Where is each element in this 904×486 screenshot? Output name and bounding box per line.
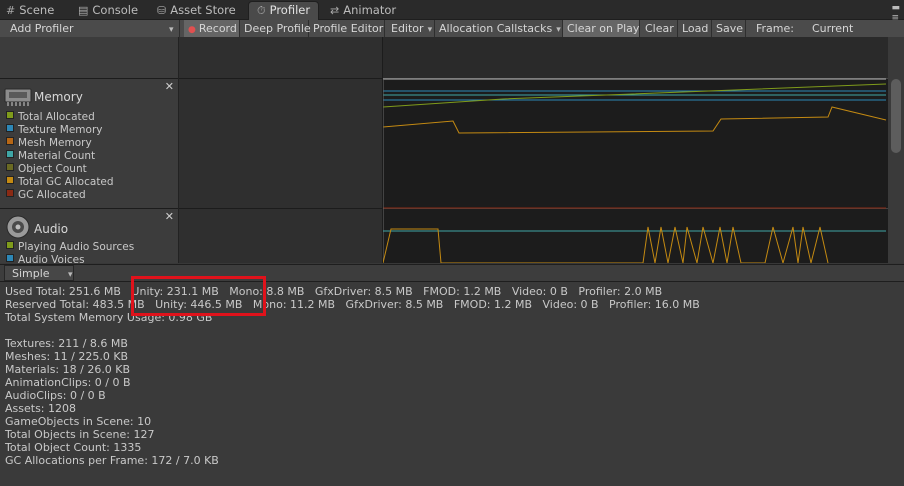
memory-legend-item[interactable]: Total Allocated [6, 111, 95, 124]
profiler-graph-area[interactable] [382, 37, 888, 265]
tab-scene-label: Scene [19, 3, 55, 17]
record-icon: ● [188, 25, 196, 35]
total-gc-allocated-line [382, 106, 887, 134]
scrollbar-thumb[interactable] [891, 79, 901, 153]
deep-profile-label: Deep Profile [244, 22, 311, 35]
tab-console-label: Console [92, 3, 139, 17]
memory-stat-line: GameObjects in Scene: 10 [5, 415, 152, 428]
tab-asset-store[interactable]: ⛁ Asset Store [157, 2, 236, 19]
legend-label: Object Count [18, 163, 87, 175]
close-audio-module-icon[interactable]: ✕ [165, 210, 174, 223]
divider [179, 208, 382, 209]
memory-stat-line: Assets: 1208 [5, 402, 76, 415]
memory-stat-line: Used Total: 251.6 MB Unity: 231.1 MB Mon… [5, 285, 663, 298]
memory-stat-line: GC Allocations per Frame: 172 / 7.0 KB [5, 454, 219, 467]
highlight-annotation [131, 276, 266, 316]
allocation-callstacks-label: Allocation Callstacks [439, 22, 553, 35]
memory-stat-line: Total Object Count: 1335 [5, 441, 142, 454]
memory-stat-line: Textures: 211 / 8.6 MB [5, 337, 128, 350]
record-label: Record [198, 22, 237, 35]
legend-color-swatch [6, 176, 14, 184]
tab-profiler-label: Profiler [269, 3, 311, 17]
memory-stat-line: Total Objects in Scene: 127 [5, 428, 155, 441]
legend-label: Texture Memory [18, 124, 103, 136]
memory-legend-item[interactable]: Object Count [6, 163, 87, 176]
legend-color-swatch [6, 150, 14, 158]
profiler-chart-gutter [179, 37, 383, 263]
legend-label: Material Count [18, 150, 96, 162]
profile-editor-button[interactable]: Profile Editor [309, 20, 385, 37]
memory-stat-line: Meshes: 11 / 225.0 KB [5, 350, 129, 363]
clear-on-play-label: Clear on Play [567, 22, 640, 35]
save-button[interactable]: Save [712, 20, 746, 37]
legend-label: Playing Audio Sources [18, 241, 135, 253]
memory-legend-item[interactable]: Total GC Allocated [6, 176, 114, 189]
load-button[interactable]: Load [678, 20, 712, 37]
memory-stat-line: AnimationClips: 0 / 0 B [5, 376, 131, 389]
legend-color-swatch [6, 137, 14, 145]
speaker-icon [6, 215, 30, 239]
tab-animator-label: Animator [343, 3, 397, 17]
memory-legend-item[interactable]: Mesh Memory [6, 137, 92, 150]
audio-module-title: Audio [34, 222, 69, 236]
window-tab-bar: # Scene ▤ Console ⛁ Asset Store ⏱ Profiler ⇄… [0, 0, 904, 23]
divider [0, 208, 178, 209]
clear-button[interactable]: Clear [641, 20, 678, 37]
clear-on-play-toggle[interactable]: Clear on Play [563, 20, 640, 37]
legend-color-swatch [6, 241, 14, 249]
legend-label: Total GC Allocated [18, 176, 114, 188]
playing-audio-sources-line [382, 226, 829, 265]
cpu-graph-strip [383, 37, 888, 78]
editor-target-label: Editor [391, 22, 424, 35]
memory-chip-icon [4, 88, 32, 106]
memory-audio-graph[interactable] [382, 37, 888, 265]
legend-label: Mesh Memory [18, 137, 92, 149]
legend-label: GC Allocated [18, 189, 86, 201]
legend-color-swatch [6, 189, 14, 197]
tab-profiler[interactable]: ⏱ Profiler [248, 1, 320, 20]
legend-label: Total Allocated [18, 111, 95, 123]
tab-animator[interactable]: ⇄ Animator [330, 2, 396, 19]
legend-color-swatch [6, 254, 14, 262]
profiler-module-list: Memory ✕ Total Allocated Texture Memory Me… [0, 37, 179, 266]
tab-scene[interactable]: # Scene [6, 2, 54, 19]
profile-editor-label: Profile Editor [313, 22, 384, 35]
allocation-callstacks-dropdown[interactable]: Allocation Callstacks [435, 20, 563, 37]
memory-legend-item[interactable]: Material Count [6, 150, 95, 163]
profiler-toolbar: Add Profiler ●Record Deep Profile Profil… [0, 20, 904, 38]
tab-asset-store-label: Asset Store [170, 3, 236, 17]
view-mode-label: Simple [12, 267, 50, 280]
legend-color-swatch [6, 124, 14, 132]
close-memory-module-icon[interactable]: ✕ [165, 80, 174, 93]
memory-legend-item[interactable]: GC Allocated [6, 189, 86, 202]
audio-legend-item[interactable]: Playing Audio Sources [6, 241, 134, 254]
console-icon: ▤ [78, 4, 89, 17]
load-label: Load [682, 22, 709, 35]
divider [179, 78, 382, 79]
add-profiler-dropdown[interactable]: Add Profiler [0, 20, 180, 37]
memory-legend-item[interactable]: Texture Memory [6, 124, 102, 137]
deep-profile-button[interactable]: Deep Profile [240, 20, 311, 37]
memory-module-title: Memory [34, 90, 83, 104]
add-profiler-label: Add Profiler [10, 22, 74, 35]
legend-color-swatch [6, 111, 14, 119]
divider [0, 78, 178, 79]
profiler-icon: ⏱ [257, 4, 266, 17]
frame-label: Frame: [756, 22, 794, 35]
view-mode-dropdown[interactable]: Simple [4, 265, 74, 281]
current-frame-button[interactable]: Current [808, 20, 888, 37]
save-label: Save [716, 22, 744, 35]
vertical-scrollbar[interactable] [888, 37, 904, 263]
legend-color-swatch [6, 163, 14, 171]
memory-stat-line: Reserved Total: 483.5 MB Unity: 446.5 MB… [5, 298, 700, 311]
clear-label: Clear [645, 22, 674, 35]
tab-console[interactable]: ▤ Console [78, 2, 138, 19]
animator-icon: ⇄ [330, 4, 340, 17]
scene-icon: # [6, 4, 16, 17]
editor-target-dropdown[interactable]: Editor [387, 20, 435, 37]
record-button[interactable]: ● Record [184, 20, 240, 37]
memory-stat-line: AudioClips: 0 / 0 B [5, 389, 106, 402]
asset-store-icon: ⛁ [157, 4, 167, 17]
memory-stat-line: Materials: 18 / 26.0 KB [5, 363, 131, 376]
